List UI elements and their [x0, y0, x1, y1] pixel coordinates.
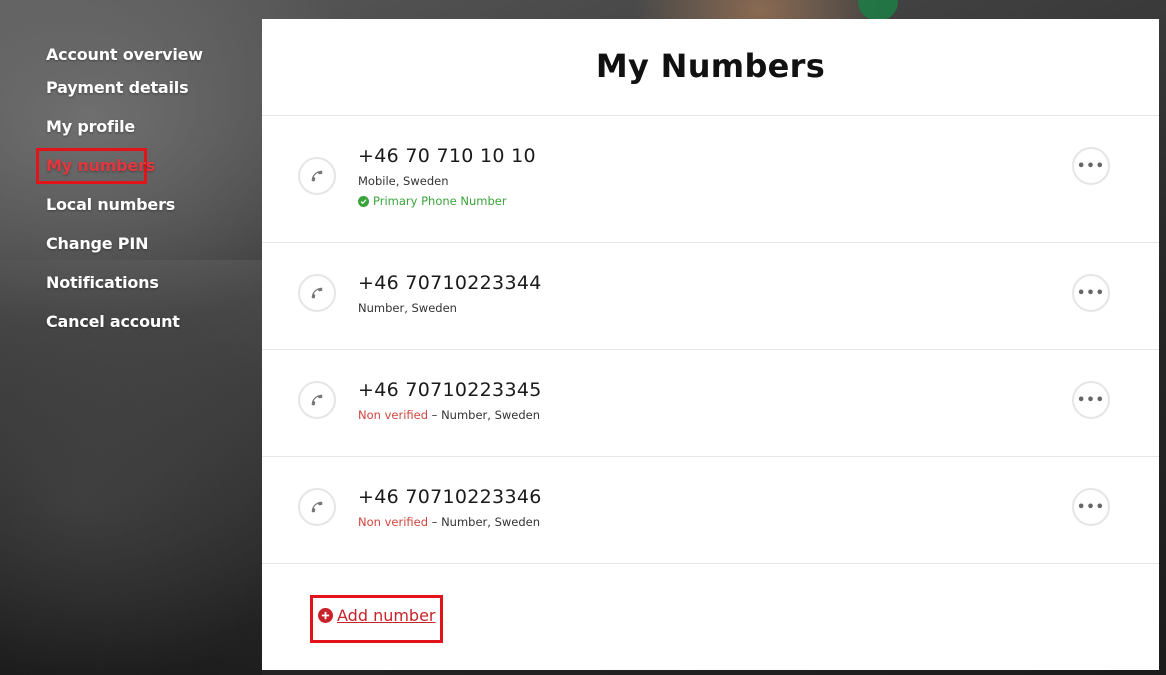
sidebar-item-change-pin[interactable]: Change PIN: [46, 234, 148, 253]
primary-label: Primary Phone Number: [373, 194, 507, 208]
number-details: Non verified – Number, Sweden: [358, 515, 540, 529]
more-options-button[interactable]: •••: [1072, 488, 1110, 526]
number-details: Number, Sweden: [358, 301, 457, 315]
phone-number: +46 70 710 10 10: [358, 145, 536, 167]
add-number-button[interactable]: Add number: [318, 606, 436, 625]
sidebar-item-account-overview[interactable]: Account overview: [46, 45, 203, 64]
sidebar-item-my-numbers[interactable]: My numbers: [46, 156, 155, 175]
more-options-button[interactable]: •••: [1072, 274, 1110, 312]
phone-icon: [298, 381, 336, 419]
add-number-label: Add number: [337, 606, 436, 625]
sidebar-item-my-profile[interactable]: My profile: [46, 117, 135, 136]
plus-circle-icon: [318, 608, 333, 623]
divider: [262, 563, 1159, 564]
number-type-country: Number, Sweden: [441, 515, 541, 529]
number-row: +46 70710223344 Number, Sweden •••: [262, 243, 1159, 350]
sidebar-item-local-numbers[interactable]: Local numbers: [46, 195, 175, 214]
phone-number: +46 70710223345: [358, 379, 542, 401]
phone-icon: [298, 274, 336, 312]
check-circle-icon: [358, 195, 369, 207]
primary-number-badge: Primary Phone Number: [358, 194, 507, 208]
meta-separator: –: [428, 515, 442, 529]
number-details: Non verified – Number, Sweden: [358, 408, 540, 422]
sidebar-item-notifications[interactable]: Notifications: [46, 273, 159, 292]
number-row: +46 70710223345 Non verified – Number, S…: [262, 350, 1159, 457]
verification-status: Non verified: [358, 515, 429, 529]
phone-number: +46 70710223344: [358, 272, 542, 294]
numbers-card: My Numbers +46 70 710 10 10 Mobile, Swed…: [262, 19, 1159, 670]
sidebar-item-cancel-account[interactable]: Cancel account: [46, 312, 180, 331]
more-options-button[interactable]: •••: [1072, 381, 1110, 419]
page-title: My Numbers: [595, 47, 826, 85]
sidebar-item-payment-details[interactable]: Payment details: [46, 78, 189, 97]
number-row: +46 70 710 10 10 Mobile, Sweden Primary …: [262, 116, 1159, 223]
verification-status: Non verified: [358, 408, 429, 422]
phone-number: +46 70710223346: [358, 486, 542, 508]
number-type-country: Number, Sweden: [358, 301, 457, 315]
phone-icon: [298, 157, 336, 195]
number-type-country: Mobile, Sweden: [358, 174, 449, 188]
meta-separator: –: [428, 408, 442, 422]
number-type-country: Number, Sweden: [441, 408, 541, 422]
more-options-button[interactable]: •••: [1072, 147, 1110, 185]
phone-icon: [298, 488, 336, 526]
number-row: +46 70710223346 Non verified – Number, S…: [262, 457, 1159, 564]
number-details: Mobile, Sweden: [358, 174, 448, 188]
